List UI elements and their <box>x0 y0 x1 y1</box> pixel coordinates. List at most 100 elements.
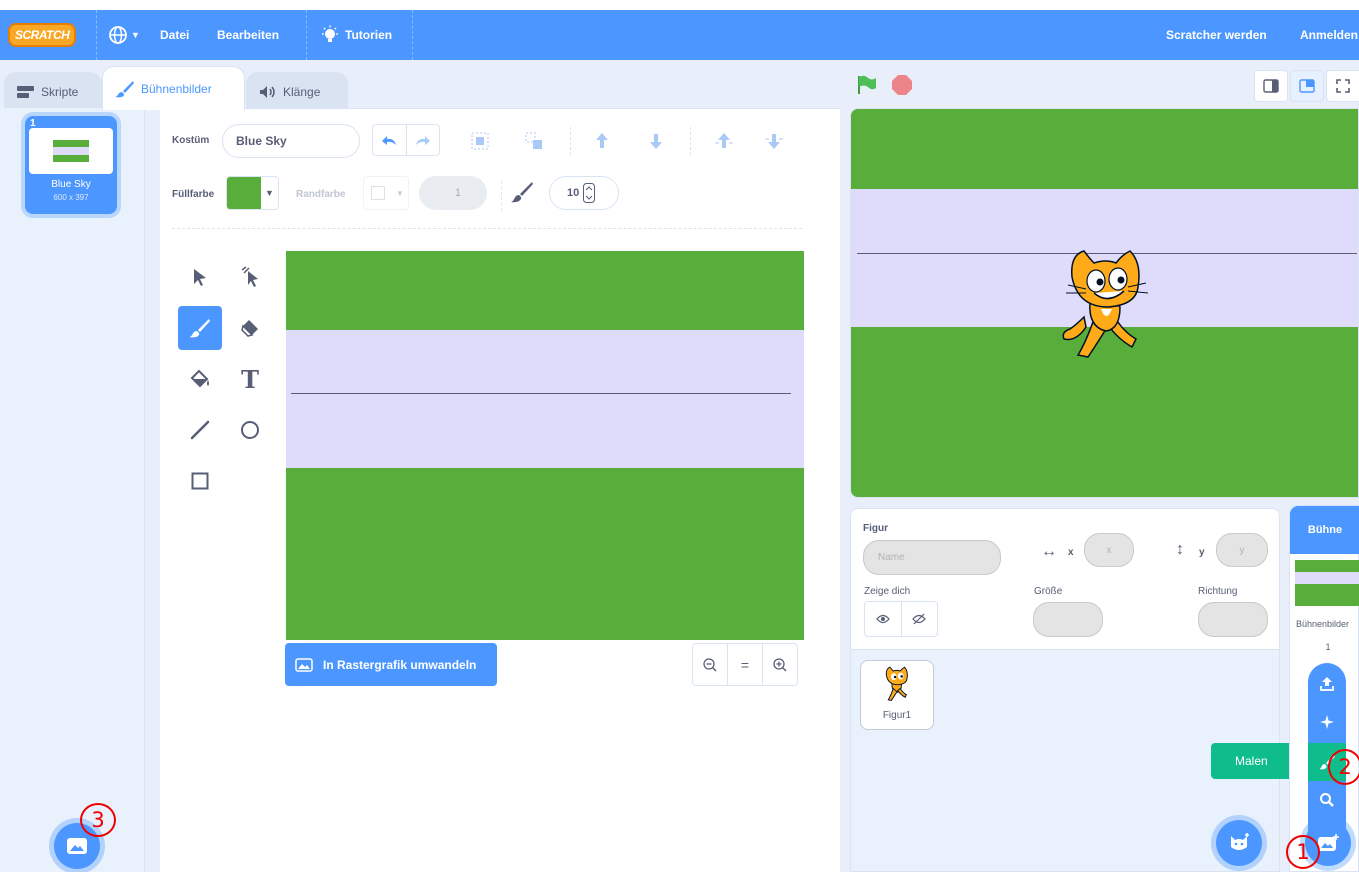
backdrops-label: Bühnenbilder <box>1296 619 1350 629</box>
ungroup-icon[interactable] <box>524 131 544 154</box>
tab-sounds[interactable]: Klänge <box>246 72 348 110</box>
costume-size: 600 x 397 <box>53 193 89 202</box>
undo-button[interactable] <box>373 125 407 155</box>
sprite-tile[interactable]: Figur1 <box>860 660 934 730</box>
annotation-3: 3 <box>80 803 116 837</box>
undo-redo-group <box>372 124 440 156</box>
y-position-input[interactable]: y <box>1216 533 1268 567</box>
back-icon[interactable] <box>764 131 784 154</box>
front-icon[interactable] <box>714 131 734 154</box>
lightbulb-icon <box>322 25 338 42</box>
show-button[interactable] <box>865 602 902 636</box>
x-position-input[interactable]: x <box>1084 533 1134 567</box>
paintbrush-icon <box>115 80 134 97</box>
outline-color-picker[interactable]: ▼ <box>363 176 409 210</box>
choose-sprite-button[interactable] <box>1216 820 1262 866</box>
line-icon <box>190 420 210 440</box>
fill-tool[interactable] <box>178 357 222 401</box>
surprise-backdrop-button[interactable] <box>1308 703 1346 741</box>
annotation-2: 2 <box>1328 749 1359 785</box>
menu-file[interactable]: Datei <box>160 10 189 60</box>
costume-thumbnail <box>29 128 113 174</box>
convert-to-bitmap-button[interactable]: In Rastergrafik umwandeln <box>285 643 497 686</box>
costume-item[interactable]: 1 Blue Sky 600 x 397 <box>25 116 117 214</box>
eraser-tool[interactable] <box>228 306 272 350</box>
zoom-out-button[interactable] <box>693 644 728 685</box>
visibility-toggle <box>864 601 938 637</box>
zoom-in-button[interactable] <box>763 644 797 685</box>
backdrops-count: 1 <box>1325 642 1331 652</box>
brush-size-icon <box>510 181 534 206</box>
group-icon[interactable] <box>470 131 490 154</box>
sprite-list: Figur1 Malen <box>850 650 1301 872</box>
direction-input[interactable] <box>1198 602 1268 637</box>
caret-down-icon: ▼ <box>131 30 140 40</box>
cat-thumbnail <box>885 666 908 701</box>
brush-size-input[interactable]: 10 <box>549 176 619 210</box>
menu-tutorials[interactable]: Tutorien <box>320 10 392 60</box>
hide-button[interactable] <box>902 602 938 636</box>
code-blocks-icon <box>17 85 34 98</box>
size-input[interactable] <box>1033 602 1103 637</box>
line-tool[interactable] <box>178 408 222 452</box>
green-flag-icon <box>858 75 876 94</box>
redo-button[interactable] <box>407 125 440 155</box>
speaker-icon <box>260 85 275 98</box>
text-tool[interactable]: T <box>228 357 272 401</box>
paint-editor: Kostüm Blue Sky Füllfarbe ▼ Randfarbe ▼ … <box>160 108 840 872</box>
circle-tool[interactable] <box>228 408 272 452</box>
sprite-info-panel: Figur Name ↔ x x ↕ y y Zeige dich Größe … <box>850 508 1280 650</box>
select-tool[interactable] <box>178 255 222 299</box>
costume-list: 1 Blue Sky 600 x 397 <box>0 108 145 872</box>
eye-slash-icon <box>912 613 927 625</box>
rectangle-tool[interactable] <box>178 459 222 503</box>
sparkle-icon <box>1320 715 1334 729</box>
annotation-1: 1 <box>1286 835 1320 869</box>
fill-color-picker[interactable]: ▼ <box>226 176 279 210</box>
brush-tool[interactable] <box>178 306 222 350</box>
redo-icon <box>415 136 430 145</box>
search-backdrop-button[interactable] <box>1308 781 1346 819</box>
menu-edit[interactable]: Bearbeiten <box>217 10 279 60</box>
tab-costumes[interactable]: Bühnenbilder <box>102 66 245 110</box>
paint-canvas[interactable] <box>286 251 804 640</box>
sign-in-link[interactable]: Anmelden <box>1300 10 1358 60</box>
stop-sign-icon <box>892 75 912 95</box>
outline-width-input[interactable]: 1 <box>419 176 487 210</box>
scratch-logo[interactable]: SCRATCH <box>8 10 77 60</box>
brush-icon <box>189 319 210 338</box>
backward-icon[interactable] <box>646 131 666 154</box>
language-menu[interactable]: ▼ <box>108 10 140 60</box>
stage[interactable] <box>850 108 1359 498</box>
small-stage-button[interactable] <box>1254 70 1288 102</box>
menu-bar: SCRATCH ▼ Datei Bearbeiten Tutorien Scra… <box>0 10 1359 60</box>
join-scratch-link[interactable]: Scratcher werden <box>1166 10 1267 60</box>
fullscreen-button[interactable] <box>1326 70 1359 102</box>
upload-icon <box>1320 677 1334 691</box>
sprite-name-input[interactable]: Name <box>863 540 1001 575</box>
reshape-cursor-icon <box>241 266 258 287</box>
sprite-name: Figur1 <box>882 710 912 721</box>
caret-down-icon: ▼ <box>265 188 274 198</box>
large-stage-icon <box>1299 79 1315 93</box>
green-flag-button[interactable] <box>856 74 878 99</box>
image-plus-icon <box>1318 834 1339 851</box>
cat-face-icon <box>1231 833 1249 850</box>
upload-backdrop-button[interactable] <box>1308 665 1346 703</box>
costume-name: Blue Sky <box>51 179 91 190</box>
zoom-reset-button[interactable]: = <box>728 644 763 685</box>
costume-name-input[interactable]: Blue Sky <box>222 124 360 158</box>
search-icon <box>1320 793 1334 807</box>
tab-code[interactable]: Skripte <box>4 72 102 110</box>
large-stage-button[interactable] <box>1290 70 1324 102</box>
cat-sprite[interactable] <box>1056 247 1156 362</box>
fullscreen-icon <box>1336 79 1350 93</box>
arrow-cursor-icon <box>194 269 206 286</box>
reshape-tool[interactable] <box>228 255 272 299</box>
stepper-icon <box>583 183 596 203</box>
forward-icon[interactable] <box>592 131 612 154</box>
paint-bucket-icon <box>190 369 209 388</box>
small-stage-icon <box>1263 79 1279 93</box>
stop-button[interactable] <box>891 74 913 99</box>
zoom-in-icon <box>773 657 787 672</box>
